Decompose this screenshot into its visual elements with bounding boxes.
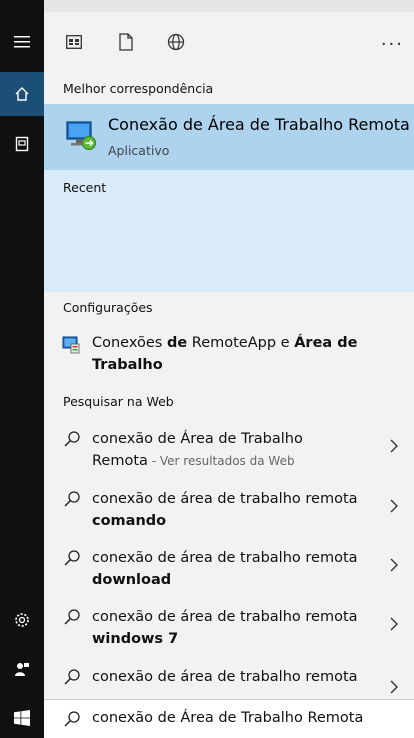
web-heading: Pesquisar na Web (63, 394, 174, 409)
web-result-item[interactable]: conexão de área de trabalho remota (44, 662, 414, 699)
more-button[interactable]: ... (381, 29, 404, 50)
remote-desktop-icon (66, 121, 96, 150)
windows-logo-icon (14, 710, 30, 726)
search-icon (64, 550, 80, 566)
notebook-button[interactable] (0, 122, 44, 166)
globe-icon (167, 33, 185, 51)
chevron-right-icon (390, 680, 398, 694)
settings-heading: Configurações (63, 300, 153, 315)
web-result-text: conexão de Área de Trabalho Remota - Ver … (92, 431, 303, 469)
settings-button[interactable] (0, 598, 44, 642)
hamburger-icon (14, 36, 30, 48)
filter-web-button[interactable] (160, 26, 192, 58)
left-rail (0, 0, 44, 738)
notebook-icon (15, 136, 29, 152)
remoteapp-settings-icon (62, 336, 80, 354)
web-result-text: conexão de área de trabalho remota (92, 669, 358, 685)
web-result-text: conexão de área de trabalho remota window… (92, 609, 358, 647)
search-icon (64, 491, 80, 507)
search-input[interactable]: conexão de Área de Trabalho Remota (92, 710, 363, 726)
home-icon (15, 87, 29, 101)
search-icon (64, 711, 80, 727)
web-result-item[interactable]: conexão de área de trabalho remota window… (44, 602, 414, 660)
web-result-text: conexão de área de trabalho remota downlo… (92, 550, 358, 588)
web-result-item[interactable]: conexão de área de trabalho remota downlo… (44, 543, 414, 601)
settings-result-item[interactable]: Conexões de RemoteApp e Área de Trabalho (44, 326, 414, 384)
best-match-heading: Melhor correspondência (63, 81, 214, 96)
document-icon (119, 33, 133, 51)
feedback-icon (15, 663, 29, 676)
settings-result-text: Conexões de RemoteApp e Área de Trabalho (92, 335, 358, 373)
home-button[interactable] (0, 72, 44, 116)
filter-documents-button[interactable] (110, 26, 142, 58)
apps-icon (66, 35, 82, 49)
filter-apps-button[interactable] (58, 26, 90, 58)
chevron-right-icon (390, 439, 398, 453)
top-strip (44, 0, 414, 12)
best-match-item[interactable]: Conexão de Área de Trabalho Remota Aplic… (44, 104, 414, 170)
search-icon (64, 609, 80, 625)
search-icon (64, 431, 80, 447)
chevron-right-icon (390, 499, 398, 513)
start-button[interactable] (0, 696, 44, 738)
chevron-right-icon (390, 617, 398, 631)
feedback-button[interactable] (0, 647, 44, 691)
cortana-search-panel: ... Melhor correspondência Conexão de Ár… (0, 0, 414, 738)
recent-heading: Recent (63, 180, 107, 195)
search-box[interactable]: conexão de Área de Trabalho Remota (44, 699, 414, 738)
search-icon (64, 669, 80, 685)
web-result-item[interactable]: conexão de Área de Trabalho Remota - Ver … (44, 424, 414, 482)
web-result-item[interactable]: conexão de área de trabalho remota comand… (44, 484, 414, 542)
results-panel: Melhor correspondência Conexão de Área d… (44, 72, 414, 699)
gear-icon (15, 613, 29, 627)
best-match-subtitle: Aplicativo (108, 143, 170, 158)
recent-area: Recent (44, 170, 414, 292)
web-result-text: conexão de área de trabalho remota comand… (92, 491, 358, 529)
best-match-title: Conexão de Área de Trabalho Remota (108, 115, 410, 134)
chevron-right-icon (390, 558, 398, 572)
hamburger-menu-button[interactable] (0, 20, 44, 64)
filter-toolbar: ... (44, 12, 414, 72)
